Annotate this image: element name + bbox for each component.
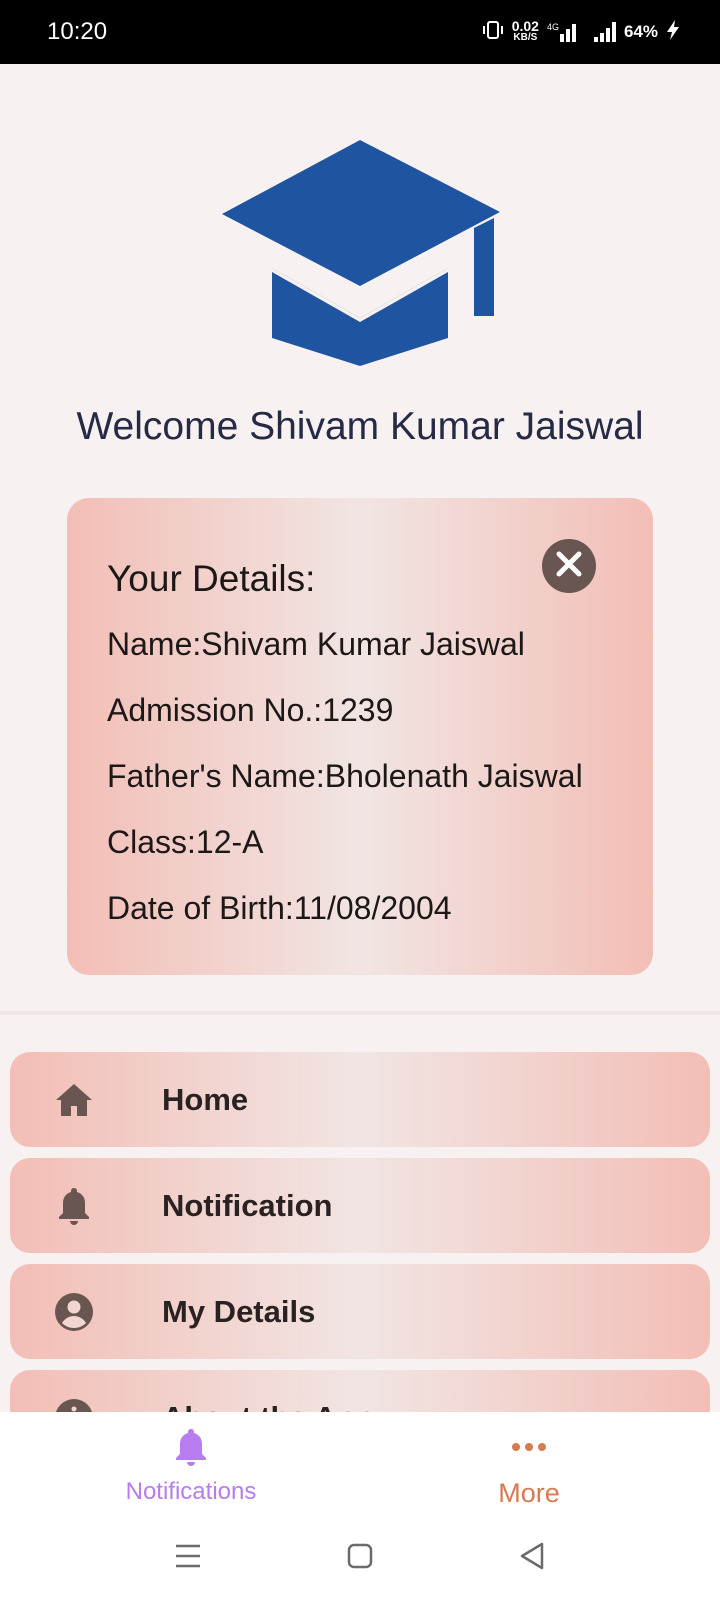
back-triangle-icon[interactable] [514, 1538, 550, 1574]
tab-label: Notifications [125, 1478, 257, 1505]
welcome-text: Welcome Shivam Kumar Jaiswal [76, 405, 644, 448]
detail-father-name: Father's Name:Bholenath Jaiswal [107, 758, 583, 794]
details-title: Your Details: [107, 558, 316, 599]
info-icon [53, 1397, 95, 1412]
account-circle-icon [53, 1291, 95, 1333]
vibrate-icon [482, 19, 504, 46]
menu-item-my-details[interactable]: My Details [10, 1264, 710, 1359]
home-icon [53, 1079, 95, 1121]
tab-label: More [498, 1478, 560, 1508]
system-nav-bar [0, 1520, 720, 1592]
signal-strength-icon [593, 22, 616, 42]
graduation-cap-icon [222, 140, 500, 366]
battery-level: 64% [623, 22, 658, 41]
menu-item-label: Home [162, 1081, 249, 1117]
menu-item-notification[interactable]: Notification [10, 1158, 710, 1253]
status-bar: 10:20 0.02 KB/S 4G 64% [0, 0, 720, 64]
detail-name: Name:Shivam Kumar Jaiswal [107, 626, 525, 662]
tab-more[interactable]: More [349, 1412, 709, 1532]
menu-item-about[interactable]: About the App [10, 1370, 710, 1412]
tab-notifications[interactable]: Notifications [11, 1412, 371, 1532]
status-time: 10:20 [47, 18, 108, 45]
detail-dob: Date of Birth:11/08/2004 [107, 890, 452, 926]
detail-admission-no: Admission No.:1239 [107, 692, 394, 728]
bell-icon [174, 1426, 208, 1468]
bell-icon [53, 1185, 95, 1227]
net-speed: 0.02 KB/S [511, 18, 539, 44]
net-speed-unit: KB/S [513, 32, 538, 43]
divider [0, 1011, 720, 1015]
close-button[interactable] [542, 539, 596, 593]
menu-item-label: My Details [162, 1293, 316, 1329]
close-icon [556, 551, 582, 582]
menu-item-home[interactable]: Home [10, 1052, 710, 1147]
details-card: Your Details: Name:Shivam Kumar Jaiswal … [67, 498, 653, 975]
charging-icon [666, 19, 680, 46]
menu-item-label: Notification [162, 1187, 333, 1223]
more-dots-icon [511, 1426, 547, 1468]
menu-icon[interactable] [170, 1538, 206, 1574]
status-icons: 0.02 KB/S 4G 64% [482, 19, 680, 46]
signal-4g-icon: 4G [547, 22, 576, 42]
menu-list: Home Notification My Details About the A… [10, 1052, 710, 1412]
net-speed-value: 0.02 [511, 18, 539, 34]
detail-class: Class:12-A [107, 824, 264, 860]
bottom-nav: Notifications More [0, 1412, 720, 1600]
menu-item-label: About the App [162, 1400, 374, 1413]
network-type: 4G [546, 22, 559, 32]
home-square-icon[interactable] [342, 1538, 378, 1574]
